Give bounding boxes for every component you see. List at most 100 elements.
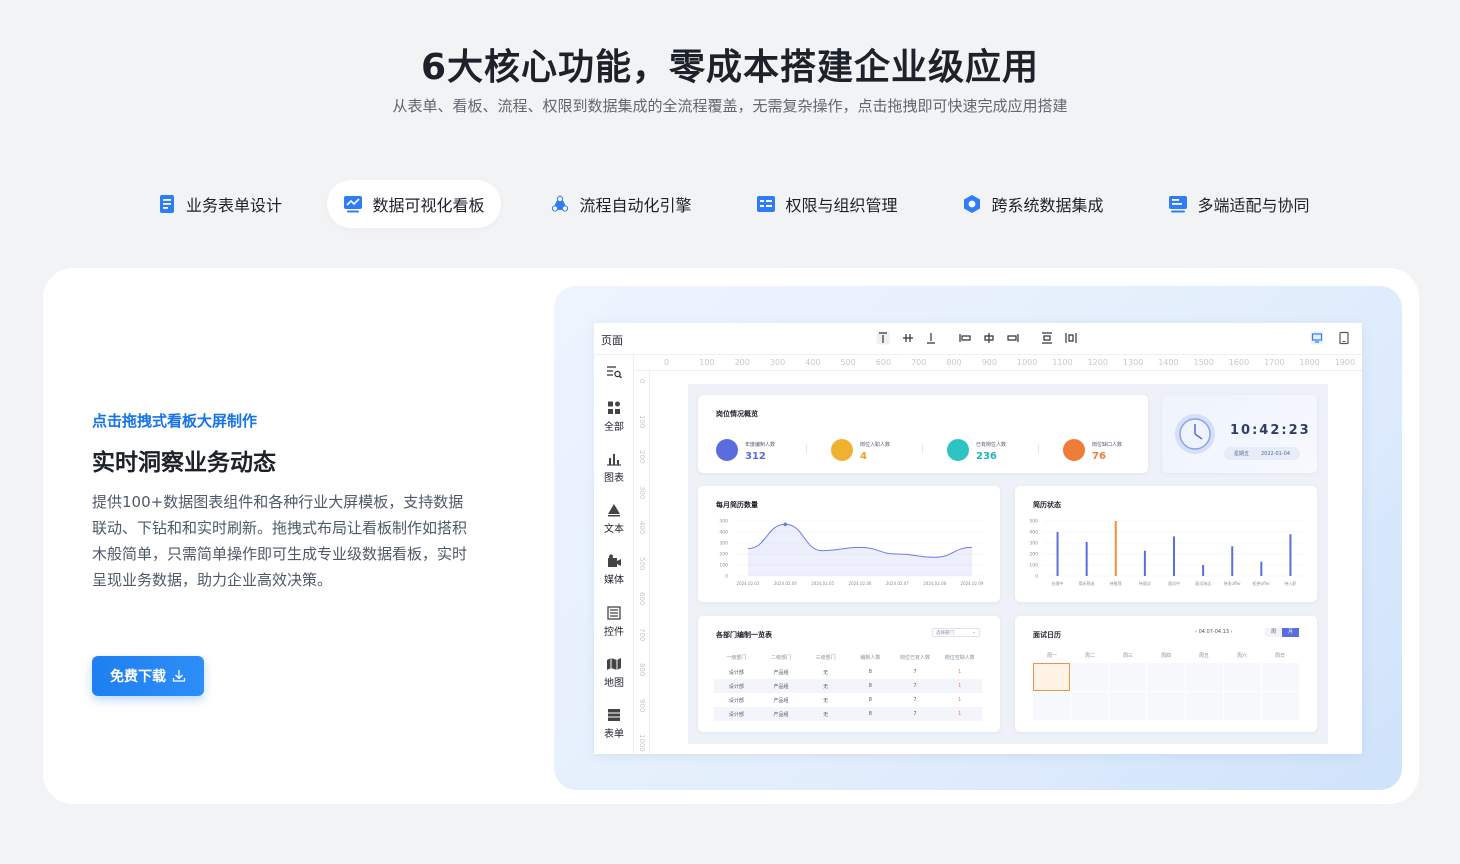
desktop-view-icon[interactable] xyxy=(1310,331,1324,345)
table-row[interactable]: 设计部 产品组 无 8 7 1 xyxy=(714,693,982,707)
x-tick-label: 2024.02.03 xyxy=(737,581,760,586)
department-table-widget[interactable]: 各部门编制一览表 选择部门 ⌄ 一级部门 二级部门 三级部门 编制人数 岗位已有人数 岗位空… xyxy=(698,616,1000,732)
calendar-day-cell[interactable] xyxy=(1033,692,1071,720)
table-cell: 7 xyxy=(913,711,917,717)
align-center-icon[interactable] xyxy=(982,331,996,345)
chevron-left-icon[interactable]: ‹ xyxy=(1195,629,1197,635)
permission-icon xyxy=(757,196,776,212)
kpi-label: 岗位缺口人数 xyxy=(1092,442,1123,448)
ruler-tick: 1000 xyxy=(638,734,646,752)
calendar-day-cell[interactable] xyxy=(1071,663,1109,691)
tab-integration[interactable]: 跨系统数据集成 xyxy=(948,180,1118,228)
clock-widget[interactable]: 10:42:23 星期五 2022-01-04 xyxy=(1162,395,1317,473)
ruler-tick: 0 xyxy=(638,379,646,384)
weekday-label: 周三 xyxy=(1122,652,1133,659)
calendar-day-cell[interactable] xyxy=(1109,692,1147,720)
kpi-label: 年度编制人数 xyxy=(745,442,776,448)
calendar-day-cell[interactable] xyxy=(1185,663,1223,691)
monthly-resume-widget[interactable]: 每月简历数量 0 100 200 300 400 500 2024.02.03 2024.02… xyxy=(698,486,1000,602)
weekday-label: 周五 xyxy=(1198,652,1209,659)
sidebar-item-map[interactable]: 地图 xyxy=(594,657,634,689)
sidebar-item-media[interactable]: 媒体 xyxy=(594,554,634,586)
month-view-button[interactable]: 月 xyxy=(1282,628,1299,637)
department-select[interactable]: 选择部门 ⌄ xyxy=(932,628,980,637)
tablet-view-icon[interactable] xyxy=(1337,331,1351,345)
week-view-button[interactable]: 周 xyxy=(1265,628,1282,637)
sidebar-item-charts[interactable]: 图表 xyxy=(594,452,634,484)
text-icon xyxy=(608,504,620,517)
calendar-day-cell[interactable] xyxy=(1223,663,1261,691)
sidebar-item-all[interactable]: 全部 xyxy=(594,401,634,433)
x-tick-label: 2024.02.08 xyxy=(923,581,946,586)
table-cell: 产品组 xyxy=(773,669,789,676)
column-header: 岗位空缺人数 xyxy=(944,654,975,661)
overview-widget[interactable]: 岗位情况概览 年度编制人数 312 岗位入职人数 4 已有岗位人数 236 岗位… xyxy=(698,395,1148,473)
sidebar-item-search[interactable] xyxy=(594,365,634,382)
ruler-tick: 500 xyxy=(638,556,646,570)
tab-permission[interactable]: 权限与组织管理 xyxy=(742,180,912,228)
bar-chart: 0 100 200 300 400 500 处理中 简历筛选 待推荐 待面试 面试中 面试淘汰 待发of… xyxy=(1029,519,1305,586)
calendar-day-cell[interactable] xyxy=(1071,692,1109,720)
kpi-value: 236 xyxy=(976,451,997,462)
calendar-range[interactable]: ‹ 04.07-04.13 › xyxy=(1195,629,1233,635)
bar xyxy=(1114,521,1117,576)
chevron-right-icon[interactable]: › xyxy=(1231,629,1233,635)
divider xyxy=(1038,445,1039,453)
page-subtitle: 从表单、看板、流程、权限到数据集成的全流程覆盖，无需复杂操作，点击拖拽即可快速完… xyxy=(392,97,1068,115)
page-label: 页面 xyxy=(601,334,623,347)
align-left-icon[interactable] xyxy=(958,331,972,345)
ruler-tick: 1500 xyxy=(1193,358,1214,367)
calendar-day-cell[interactable] xyxy=(1261,692,1299,720)
sidebar-item-controls[interactable]: 控件 xyxy=(594,606,634,638)
sidebar-item-label: 媒体 xyxy=(604,575,624,586)
tab-workflow[interactable]: 流程自动化引擎 xyxy=(536,180,706,228)
tab-form-design[interactable]: 业务表单设计 xyxy=(147,180,292,228)
table-cell: 8 xyxy=(868,697,872,703)
y-tick-label: 500 xyxy=(719,519,728,525)
y-tick-label: 100 xyxy=(1029,563,1038,569)
calendar-day-cell[interactable] xyxy=(1185,692,1223,720)
people-icon xyxy=(947,439,969,461)
table-cell: 产品组 xyxy=(773,711,789,718)
align-middle-icon[interactable] xyxy=(901,331,915,345)
tab-multi-device[interactable]: 多端适配与协同 xyxy=(1154,180,1324,228)
tab-data-visualization[interactable]: 数据可视化看板 xyxy=(327,180,501,228)
ruler-tick: 300 xyxy=(638,485,646,499)
ruler-tick: 600 xyxy=(638,592,646,606)
align-top-icon[interactable] xyxy=(876,331,890,345)
sidebar-item-text[interactable]: 文本 xyxy=(594,503,634,535)
table-row[interactable]: 设计部 产品组 无 8 7 1 xyxy=(714,679,982,693)
x-tick-label: 拒绝offer xyxy=(1253,580,1271,586)
distribute-vertical-icon[interactable] xyxy=(1040,331,1054,345)
calendar-day-cell[interactable] xyxy=(1109,663,1147,691)
interview-calendar-widget[interactable]: 面试日历 ‹ 04.07-04.13 › 周 月 周一 周二 周三 周四 周五 周六 周日 xyxy=(1015,616,1317,732)
calendar-day-cell[interactable] xyxy=(1261,663,1299,691)
ruler-tick: 1700 xyxy=(1264,358,1285,367)
table-row[interactable]: 设计部 产品组 无 8 7 1 xyxy=(714,707,982,721)
calendar-day-cell[interactable] xyxy=(1147,663,1185,691)
calendar-day-cell[interactable] xyxy=(1147,692,1185,720)
align-bottom-icon[interactable] xyxy=(924,331,938,345)
calendar-day-cell[interactable] xyxy=(1223,692,1261,720)
distribute-horizontal-icon[interactable] xyxy=(1064,331,1078,345)
divider xyxy=(922,445,923,453)
kpi-value: 76 xyxy=(1092,451,1106,462)
x-tick-label: 2024.02.07 xyxy=(886,581,909,586)
ruler-tick: 900 xyxy=(638,698,646,712)
resume-status-widget[interactable]: 简历状态 0 100 200 300 400 500 处理中 简历筛选 待推荐 待面试 面试中 面试淘… xyxy=(1015,486,1317,602)
bar xyxy=(1231,546,1234,576)
ruler-tick: 500 xyxy=(840,358,856,367)
table-cell: 设计部 xyxy=(728,669,744,676)
sidebar-item-table[interactable]: 表单 xyxy=(594,708,634,740)
calendar-grid: 周一 周二 周三 周四 周五 周六 周日 xyxy=(1033,649,1299,720)
align-right-icon[interactable] xyxy=(1006,331,1020,345)
download-button[interactable]: 免费下载 xyxy=(92,656,204,696)
y-tick-label: 300 xyxy=(1029,541,1038,547)
table-icon xyxy=(608,709,620,721)
x-tick-label: 待发offer xyxy=(1224,580,1242,586)
sidebar-item-label: 地图 xyxy=(604,678,624,689)
calendar-day-cell[interactable] xyxy=(1033,663,1071,691)
table-row[interactable]: 设计部 产品组 无 8 7 1 xyxy=(714,665,982,679)
x-tick-label: 处理中 xyxy=(1052,580,1064,586)
chart-board-icon xyxy=(344,196,363,213)
